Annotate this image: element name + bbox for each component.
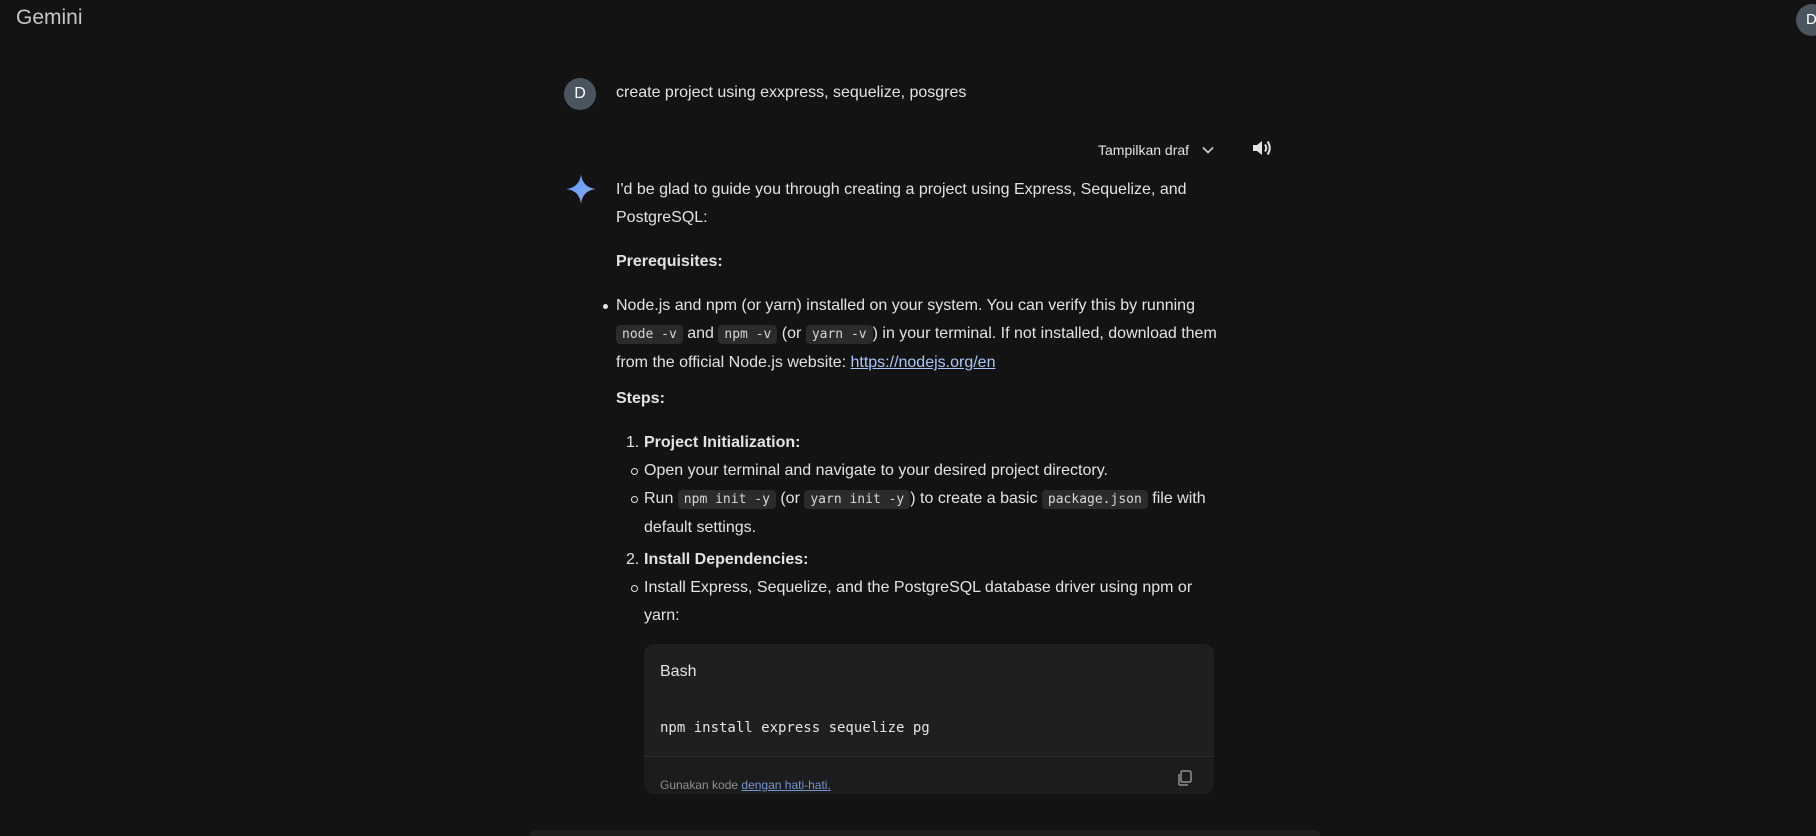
code-content[interactable]: npm install express sequelize pg: [660, 714, 930, 742]
code-language-label: Bash: [660, 663, 697, 680]
chevron-down-icon: [1202, 146, 1214, 154]
code-caution-text: Gunakan kode: [660, 778, 742, 792]
steps-heading: Steps:: [616, 390, 665, 407]
show-drafts-button[interactable]: Tampilkan draf: [1098, 140, 1215, 160]
list-item: Run npm init -y (or yarn init -y) to cre…: [631, 485, 1232, 542]
inline-code: package.json: [1041, 490, 1148, 509]
code-footer-text: Gunakan kode dengan hati-hati.: [660, 771, 831, 794]
inline-code: yarn -v: [805, 325, 873, 344]
conversation: D create project using exxpress, sequeli…: [564, 0, 1271, 836]
prerequisites-list: Node.js and npm (or yarn) installed on y…: [603, 292, 1232, 377]
step-text: Install Express, Sequelize, and the Post…: [644, 579, 1193, 624]
step-text: Run: [644, 490, 678, 507]
code-footer: Gunakan kode dengan hati-hati.: [644, 756, 1214, 794]
prereq-text-1: Node.js and npm (or yarn) installed on y…: [616, 297, 1195, 314]
list-item: Open your terminal and navigate to your …: [631, 457, 1232, 485]
step-item: 2. Install Dependencies: Install Express…: [616, 546, 1232, 794]
step-text: (or: [775, 490, 805, 507]
code-caution-link[interactable]: dengan hati-hati.: [741, 778, 830, 792]
step-item: 1. Project Initialization: Open your ter…: [616, 429, 1232, 542]
inline-code: npm -v: [718, 325, 778, 344]
step-title: Install Dependencies:: [644, 551, 809, 568]
list-item: Node.js and npm (or yarn) installed on y…: [603, 292, 1232, 377]
step-number: 2.: [626, 551, 640, 568]
inline-code: yarn init -y: [804, 490, 911, 509]
step-sublist: Install Express, Sequelize, and the Post…: [631, 574, 1232, 794]
model-response: I'd be glad to guide you through creatin…: [603, 176, 1232, 798]
account-avatar[interactable]: D: [1796, 4, 1816, 36]
list-item: Install Express, Sequelize, and the Post…: [631, 574, 1232, 794]
prereq-text-3: (or: [777, 325, 806, 342]
prereq-text-2: and: [682, 325, 719, 342]
user-query-text: create project using exxpress, sequelize…: [616, 84, 967, 101]
inline-code: node -v: [616, 325, 683, 344]
prerequisites-heading: Prerequisites:: [616, 253, 723, 270]
speaker-icon[interactable]: [1250, 136, 1274, 160]
nodejs-link[interactable]: https://nodejs.org/en: [850, 354, 995, 371]
user-avatar: D: [564, 78, 596, 110]
show-drafts-label: Tampilkan draf: [1098, 142, 1190, 158]
step-title: Project Initialization:: [644, 434, 801, 451]
prompt-bar-edge: [530, 830, 1320, 836]
step-text: ) to create a basic: [910, 490, 1042, 507]
app-title[interactable]: Gemini: [16, 6, 83, 30]
step-number: 1.: [626, 434, 640, 451]
inline-code: npm init -y: [677, 490, 776, 509]
steps-list: 1. Project Initialization: Open your ter…: [616, 429, 1232, 794]
code-block: Bash npm install express sequelize pg Gu…: [644, 644, 1214, 794]
step-sublist: Open your terminal and navigate to your …: [631, 457, 1232, 542]
response-intro: I'd be glad to guide you through creatin…: [616, 181, 1187, 226]
copy-icon[interactable]: [1176, 769, 1194, 787]
gemini-spark-icon: [566, 174, 596, 204]
